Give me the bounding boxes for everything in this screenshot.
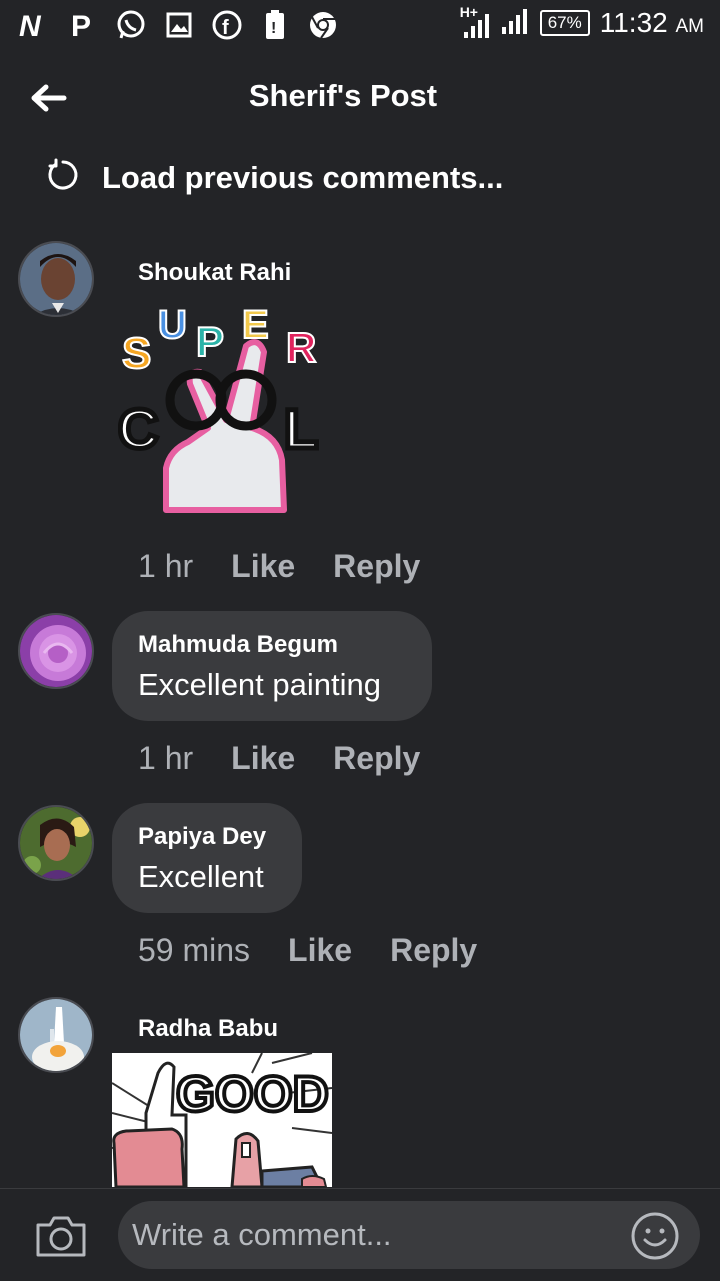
avatar[interactable] [18,805,94,881]
signal-icon [500,7,530,40]
reply-button[interactable]: Reply [390,932,477,969]
like-button[interactable]: Like [231,548,295,585]
super-cool-sticker: S U P E R C L [116,300,328,515]
svg-text:U: U [158,303,187,347]
battery-alert-icon: ! [258,8,292,42]
svg-text:L: L [284,397,318,460]
svg-text:P: P [196,318,224,365]
comment-time: 59 mins [138,932,251,968]
svg-text:P: P [71,10,91,40]
like-button[interactable]: Like [288,932,352,969]
refresh-icon [46,158,80,197]
comment-author[interactable]: Mahmuda Begum [138,631,338,659]
comment-time: 1 hr [138,548,194,584]
comment-actions: 59 mins Like Reply [138,932,515,969]
comment-text: Excellent painting [138,667,381,702]
p-icon: P [66,8,100,42]
reply-button[interactable]: Reply [333,548,420,585]
page-title: Sherif's Post [248,78,438,113]
svg-text:f: f [222,17,229,39]
app-header: Sherif's Post [0,58,720,138]
like-button[interactable]: Like [231,740,295,777]
clock: 11:32 AM [600,7,704,39]
chrome-icon [306,8,340,42]
comment-author[interactable]: Radha Babu [138,1015,278,1043]
emoji-icon[interactable] [630,1211,680,1261]
load-previous-label: Load previous comments... [102,159,504,195]
clock-ampm: AM [675,16,705,37]
camera-icon[interactable] [34,1213,88,1259]
comment-bubble[interactable]: Papiya Dey Excellent [112,803,302,913]
svg-text:!: ! [271,20,276,37]
comment-time: 1 hr [138,740,194,776]
comment-author[interactable]: Shoukat Rahi [138,259,291,287]
svg-text:GOOD: GOOD [176,1066,329,1122]
avatar[interactable] [18,613,94,689]
comment-bubble[interactable]: Mahmuda Begum Excellent painting [112,611,432,721]
avatar[interactable] [18,241,94,317]
reply-button[interactable]: Reply [333,740,420,777]
facebook-icon: f [210,8,244,42]
mobile-signal-icon: H+ [460,4,490,40]
clock-time: 11:32 [599,7,668,38]
comment-actions: 1 hr Like Reply [138,548,458,585]
comment-composer [0,1188,720,1281]
gallery-icon [162,8,196,42]
n-icon: N [18,8,52,42]
load-previous-comments[interactable]: Load previous comments... [46,158,503,197]
battery-indicator: 67% [539,10,590,36]
svg-text:N: N [19,10,42,40]
status-bar: N P f ! H+ 67% 11:32 AM [0,0,720,50]
avatar[interactable] [18,997,94,1073]
svg-text:R: R [286,324,316,371]
whatsapp-icon [114,8,148,42]
good-thumbs-up-sticker: GOOD [112,1053,332,1187]
svg-text:C: C [118,397,158,460]
comment-input[interactable] [118,1201,700,1269]
comment-text: Excellent [138,859,264,894]
svg-text:S: S [122,329,151,378]
comment-author[interactable]: Papiya Dey [138,823,266,851]
comment-actions: 1 hr Like Reply [138,740,458,777]
